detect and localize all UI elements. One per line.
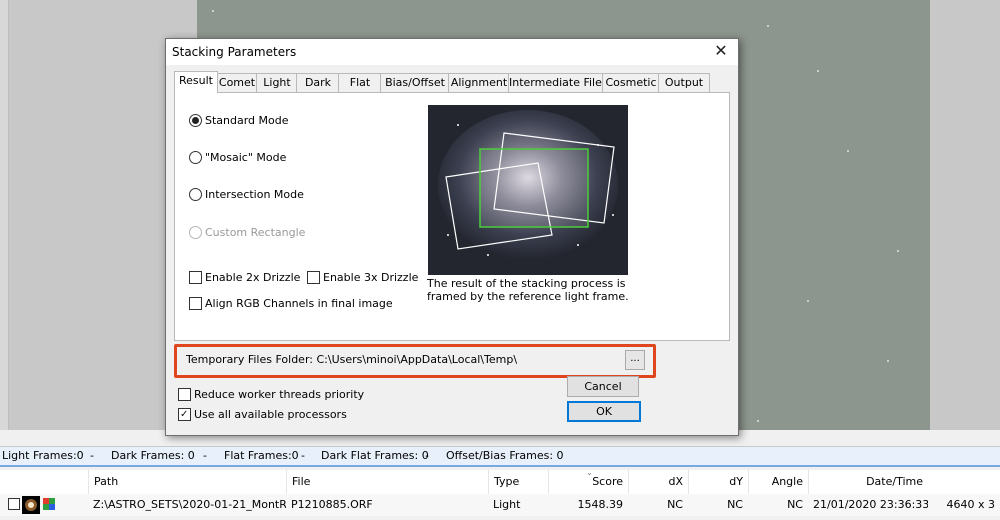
custom-rectangle-label: Custom Rectangle [205, 226, 306, 239]
star [847, 150, 849, 152]
result-tab-panel: Standard Mode "Mosaic" Mode Intersection… [174, 92, 730, 341]
tab-output[interactable]: Output [658, 73, 710, 92]
tab-comet[interactable]: Comet [216, 73, 258, 92]
star [897, 250, 899, 252]
intersection-mode-radio[interactable] [189, 188, 202, 201]
reduce-threads-checkbox[interactable] [178, 388, 191, 401]
use-all-processors-checkbox[interactable] [178, 407, 191, 423]
cell-file: P1210885.ORF [291, 498, 373, 511]
cell-type: Light [493, 498, 521, 511]
drizzle-3x-checkbox[interactable] [307, 271, 320, 284]
color-channels-icon [43, 498, 55, 510]
temp-folder-text: Temporary Files Folder: C:\Users\minoi\A… [186, 353, 517, 366]
tab-light[interactable]: Light [256, 73, 298, 92]
tab-result[interactable]: Result [174, 71, 218, 93]
dialog-title: Stacking Parameters [172, 45, 297, 59]
cell-dy: NC [727, 498, 743, 511]
tab-intermediate-files[interactable]: Intermediate Files [508, 73, 608, 92]
temp-folder-path[interactable]: C:\Users\minoi\AppData\Local\Temp\ [316, 353, 517, 366]
browse-folder-button[interactable]: ... [625, 350, 645, 370]
custom-rectangle-radio [189, 226, 202, 239]
tab-flat[interactable]: Flat [338, 73, 382, 92]
drizzle-3x-label: Enable 3x Drizzle [323, 271, 419, 284]
row-checkbox[interactable] [8, 498, 20, 510]
table-row[interactable]: Z:\ASTRO_SETS\2020-01-21_MontR... P12108… [0, 494, 1000, 516]
standard-mode-radio[interactable] [189, 114, 202, 127]
temp-folder-label: Temporary Files Folder: [186, 353, 313, 366]
frame-count-bar: Light Frames:0 - Dark Frames: 0 - Flat F… [0, 446, 1000, 467]
flat-frames-count: Flat Frames:0 [224, 449, 299, 462]
cell-dx: NC [667, 498, 683, 511]
dark-flat-frames-count: Dark Flat Frames: 0 [321, 449, 429, 462]
mosaic-mode-label: "Mosaic" Mode [205, 151, 287, 164]
column-header-dy[interactable]: dY [688, 470, 748, 494]
frame-list-header: Path File Type Score dX dY Angle Date/Ti… [0, 470, 1000, 495]
star [807, 300, 809, 302]
close-icon[interactable]: ✕ [712, 42, 730, 60]
offset-bias-frames-count: Offset/Bias Frames: 0 [446, 449, 564, 462]
star-thumbnail-icon [22, 496, 40, 514]
cell-datetime: 21/01/2020 23:36:33 [813, 498, 928, 511]
cancel-button[interactable]: Cancel [567, 376, 639, 397]
cell-size: 4640 x 3 [946, 498, 996, 511]
ok-button[interactable]: OK [567, 401, 641, 422]
tab-dark[interactable]: Dark [296, 73, 340, 92]
use-all-processors-label: Use all available processors [194, 408, 347, 421]
separator: - [90, 449, 94, 462]
separator: - [203, 449, 207, 462]
star [817, 70, 819, 72]
tab-alignment[interactable]: Alignment [448, 73, 510, 92]
star [767, 25, 769, 27]
dark-frames-count: Dark Frames: 0 [111, 449, 195, 462]
cell-path: Z:\ASTRO_SETS\2020-01-21_MontR... [93, 498, 286, 511]
preview-caption: The result of the stacking process is fr… [427, 277, 629, 303]
column-header-path[interactable]: Path [88, 470, 286, 494]
light-frames-count: Light Frames:0 [2, 449, 84, 462]
star [887, 360, 889, 362]
intersection-mode-label: Intersection Mode [205, 188, 304, 201]
drizzle-2x-checkbox[interactable] [189, 271, 202, 284]
left-pane-border [0, 0, 9, 430]
column-header-datetime[interactable]: Date/Time [808, 470, 928, 494]
align-rgb-checkbox[interactable] [189, 297, 202, 310]
stacking-result-preview [428, 105, 628, 275]
reduce-threads-label: Reduce worker threads priority [194, 388, 365, 401]
cell-score: 1548.39 [577, 498, 624, 511]
separator: - [425, 449, 429, 462]
drizzle-2x-label: Enable 2x Drizzle [205, 271, 301, 284]
standard-mode-label: Standard Mode [205, 114, 289, 127]
stacking-parameters-dialog: Stacking Parameters ✕ Result Comet Light… [165, 38, 739, 436]
column-header-type[interactable]: Type [488, 470, 548, 494]
column-header-angle[interactable]: Angle [748, 470, 808, 494]
column-header-file[interactable]: File [286, 470, 488, 494]
align-rgb-label: Align RGB Channels in final image [205, 297, 393, 310]
star [212, 10, 214, 12]
sort-chevron-down-icon: ⌄ [586, 468, 593, 477]
cell-angle: NC [787, 498, 803, 511]
dialog-titlebar: Stacking Parameters ✕ [166, 39, 738, 65]
column-header-dx[interactable]: dX [628, 470, 688, 494]
star [757, 420, 759, 422]
tab-bias-offset[interactable]: Bias/Offset [380, 73, 450, 92]
right-pane [930, 0, 1000, 430]
tab-cosmetic[interactable]: Cosmetic [602, 73, 660, 92]
separator: - [301, 449, 305, 462]
temp-folder-row: Temporary Files Folder: C:\Users\minoi\A… [174, 344, 656, 378]
mosaic-mode-radio[interactable] [189, 151, 202, 164]
